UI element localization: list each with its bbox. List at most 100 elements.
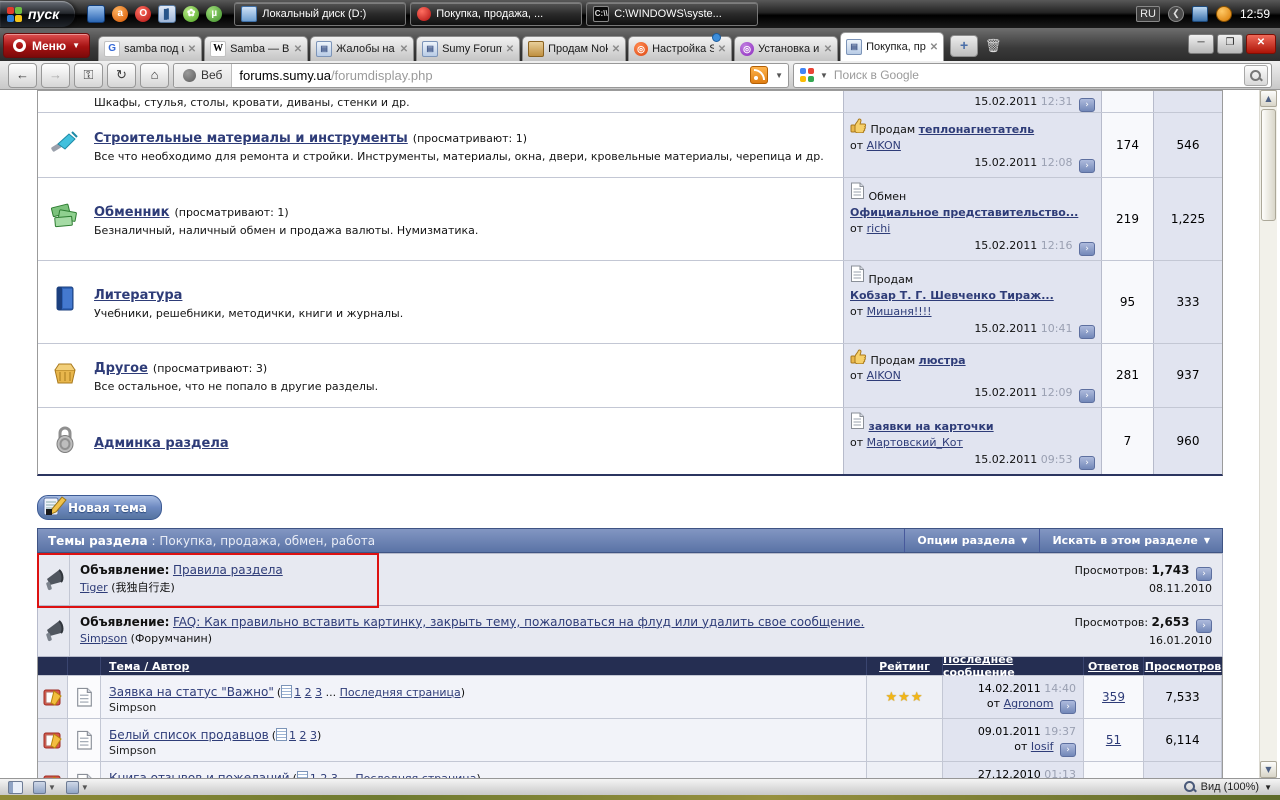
page-link[interactable]: 2 [300, 729, 307, 742]
address-dropdown-icon[interactable]: ▼ [775, 71, 783, 80]
web-badge[interactable]: Веб [174, 64, 232, 87]
lastpost-link[interactable]: Официальное представительство... [850, 206, 1078, 219]
tab-close-icon[interactable]: ✕ [294, 44, 302, 55]
topic-replies-count[interactable]: 359 [1102, 690, 1125, 704]
lastpost-link[interactable]: люстра [919, 354, 966, 367]
tab-item[interactable]: Продам Nokia... ✕ [522, 36, 626, 61]
opera-icon[interactable]: O [135, 6, 151, 22]
search-input[interactable]: Поиск в Google [834, 68, 1238, 82]
sync-button[interactable]: ▼ [33, 781, 56, 794]
lastpost-author[interactable]: Agronom [1004, 697, 1054, 710]
restore-button[interactable]: ❐ [1217, 34, 1243, 54]
lastpost-link[interactable]: Кобзар Т. Г. Шевченко Тираж... [850, 289, 1054, 302]
lastpost-author[interactable]: richi [867, 222, 891, 235]
section-options-button[interactable]: Опции раздела ▼ [904, 529, 1039, 552]
lastpost-author[interactable]: Iosif [1031, 740, 1054, 753]
player-icon[interactable]: ▐▎ [158, 5, 176, 23]
lastpost-link[interactable]: заявки на карточки [869, 420, 994, 433]
search-go-button[interactable] [1244, 65, 1268, 86]
opera-menu-button[interactable]: Меню ▼ [3, 33, 90, 58]
header-views[interactable]: Просмотров [1145, 660, 1221, 673]
taskbar-window-button[interactable]: Локальный диск (D:) [234, 2, 406, 26]
tab-item[interactable]: G samba под ub... ✕ [98, 36, 202, 61]
topic-link[interactable]: Книга отзывов и пожеланий [109, 771, 290, 778]
last-page-link[interactable]: Последняя страница [340, 686, 461, 699]
home-button[interactable]: ⌂ [140, 63, 169, 88]
tab-close-icon[interactable]: ✕ [824, 44, 832, 55]
announcement-link[interactable]: FAQ: Как правильно вставить картинку, за… [173, 615, 864, 629]
page-link[interactable]: 2 [305, 686, 312, 699]
utorrent-tray-icon[interactable] [1216, 6, 1232, 22]
topic-replies-count[interactable]: 51 [1106, 733, 1121, 747]
section-search-button[interactable]: Искать в этом разделе ▼ [1039, 529, 1222, 552]
tab-close-icon[interactable]: ✕ [930, 42, 938, 53]
turbo-button[interactable]: ▼ [66, 781, 89, 794]
network-icon[interactable] [1192, 6, 1208, 22]
scrollbar-thumb[interactable] [1261, 109, 1276, 221]
tab-item[interactable]: ◎ Установка и ... ✕ [734, 36, 838, 61]
category-link[interactable]: Другое [94, 361, 148, 376]
back-button[interactable]: ← [8, 63, 37, 88]
topic-link[interactable]: Белый список продавцов [109, 728, 269, 742]
category-link[interactable]: Литература [94, 288, 182, 303]
search-engine-dropdown-icon[interactable]: ▼ [820, 71, 828, 80]
goto-lastpost-icon[interactable]: › [1079, 242, 1095, 256]
start-button[interactable]: пуск [0, 1, 75, 27]
close-button[interactable]: ✕ [1246, 34, 1276, 54]
tab-close-icon[interactable]: ✕ [612, 44, 620, 55]
category-link[interactable]: Админка раздела [94, 436, 229, 451]
wand-button[interactable]: ⚿ [74, 63, 103, 88]
lastpost-author[interactable]: Мартовский_Кот [867, 436, 963, 449]
topic-link[interactable]: Заявка на статус "Важно" [109, 685, 274, 699]
category-link[interactable]: Строительные материалы и инструменты [94, 131, 408, 146]
goto-lastpost-icon[interactable]: › [1079, 98, 1095, 112]
scroll-down-arrow[interactable]: ▼ [1260, 761, 1277, 778]
tab-item[interactable]: W Samba — Вик... ✕ [204, 36, 308, 61]
tab-active[interactable]: ▤ Покупка, пр... ✕ [840, 32, 944, 61]
page-link[interactable]: 3 [310, 729, 317, 742]
zoom-button[interactable]: Вид (100%) ▼ [1184, 781, 1272, 793]
lastpost-author[interactable]: Мишаня!!!! [867, 305, 932, 318]
announcement-link[interactable]: Правила раздела [173, 563, 283, 577]
goto-lastpost-icon[interactable]: › [1079, 325, 1095, 339]
new-topic-button[interactable]: Новая тема [37, 495, 162, 520]
page-link[interactable]: 3 [315, 686, 322, 699]
goto-lastpost-icon[interactable]: › [1079, 456, 1095, 470]
header-replies[interactable]: Ответов [1088, 660, 1139, 673]
announcement-author[interactable]: Simpson [80, 632, 127, 645]
search-field[interactable]: ▼ Поиск в Google [793, 63, 1272, 88]
icq-icon[interactable]: ✿ [183, 6, 199, 22]
goto-lastpost-icon[interactable]: › [1060, 743, 1076, 757]
tab-close-icon[interactable]: ✕ [718, 44, 726, 55]
lastpost-author[interactable]: AIKON [867, 369, 901, 382]
taskbar-window-button[interactable]: C:\\C:\WINDOWS\syste... [586, 2, 758, 26]
tab-item[interactable]: ◎ Настройка S... ✕ [628, 36, 732, 61]
goto-lastpost-icon[interactable]: › [1060, 700, 1076, 714]
tab-close-icon[interactable]: ✕ [188, 44, 196, 55]
tab-close-icon[interactable]: ✕ [506, 44, 514, 55]
category-link[interactable]: Обменник [94, 205, 169, 220]
rss-icon[interactable] [750, 66, 768, 84]
utorrent-icon[interactable]: µ [206, 6, 222, 22]
address-field[interactable]: Веб forums.sumy.ua/forumdisplay.php ▼ [173, 63, 789, 88]
header-rating[interactable]: Рейтинг [879, 660, 930, 673]
panels-toggle-icon[interactable] [8, 781, 23, 794]
tab-item[interactable]: ▤ Жалобы на м... ✕ [310, 36, 414, 61]
closed-tabs-trash-icon[interactable]: 🗑 [983, 36, 1003, 56]
scroll-up-arrow[interactable]: ▲ [1260, 90, 1277, 107]
page-link[interactable]: 1 [289, 729, 296, 742]
taskbar-window-button[interactable]: Покупка, продажа, ... [410, 2, 582, 26]
show-desktop-icon[interactable] [87, 5, 105, 23]
avast-icon[interactable]: a [112, 6, 128, 22]
page-scrollbar[interactable]: ▲ ▼ [1259, 90, 1277, 778]
new-tab-button[interactable]: + [950, 35, 978, 57]
tab-close-icon[interactable]: ✕ [400, 44, 408, 55]
reload-button[interactable]: ↻ [107, 63, 136, 88]
lastpost-author[interactable]: AIKON [867, 139, 901, 152]
minimize-button[interactable]: ─ [1188, 34, 1214, 54]
forward-button[interactable]: → [41, 63, 70, 88]
announcement-author[interactable]: Tiger [80, 581, 108, 594]
goto-lastpost-icon[interactable]: › [1079, 389, 1095, 403]
language-indicator[interactable]: RU [1136, 6, 1160, 22]
tab-item[interactable]: ▤ Sumy Forums ... ✕ [416, 36, 520, 61]
